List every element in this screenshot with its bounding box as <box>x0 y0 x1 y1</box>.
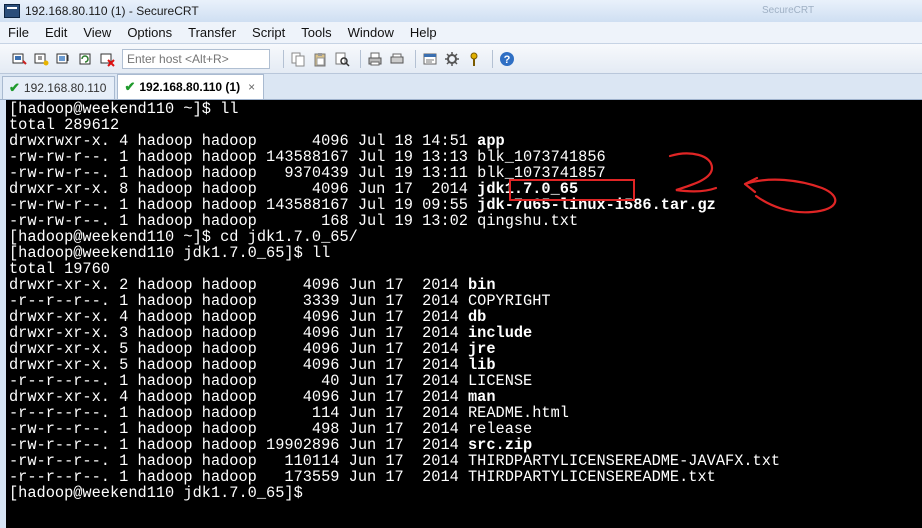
terminal-output[interactable]: [hadoop@weekend110 ~]$ ll total 289612 drw… <box>6 100 922 528</box>
copy-icon[interactable] <box>289 50 307 68</box>
menu-bar: File Edit View Options Transfer Script T… <box>0 22 922 44</box>
menu-tools[interactable]: Tools <box>293 25 339 40</box>
terminal-line: -rw-r--r--. 1 hadoop hadoop 110114 Jun 1… <box>9 453 922 469</box>
toolbar-separator <box>283 49 284 68</box>
terminal-line: -r--r--r--. 1 hadoop hadoop 40 Jun 17 20… <box>9 373 922 389</box>
terminal-text: [hadoop@weekend110 jdk1.7.0_65]$ <box>9 484 303 502</box>
keymap-icon[interactable] <box>465 50 483 68</box>
menu-help[interactable]: Help <box>402 25 445 40</box>
terminal-line: -rw-r--r--. 1 hadoop hadoop 498 Jun 17 2… <box>9 421 922 437</box>
quick-connect-icon[interactable] <box>32 50 50 68</box>
enter-host-input[interactable] <box>122 48 270 69</box>
terminal-line: [hadoop@weekend110 ~]$ ll <box>9 101 922 117</box>
tab-session-1[interactable]: ✔ 192.168.80.110 <box>2 76 116 99</box>
window-title: 192.168.80.110 (1) - SecureCRT <box>25 4 199 18</box>
annotation-highlight-box <box>509 179 635 201</box>
terminal-line: drwxr-xr-x. 5 hadoop hadoop 4096 Jun 17 … <box>9 341 922 357</box>
terminal-line: -r--r--r--. 1 hadoop hadoop 173559 Jun 1… <box>9 469 922 485</box>
paste-icon[interactable] <box>311 50 329 68</box>
session-options-icon[interactable] <box>421 50 439 68</box>
tab-session-2[interactable]: ✔ 192.168.80.110 (1) × <box>117 74 265 99</box>
terminal-line: -rw-rw-r--. 1 hadoop hadoop 9370439 Jul … <box>9 165 922 181</box>
menu-view[interactable]: View <box>75 25 119 40</box>
title-bar[interactable]: 192.168.80.110 (1) - SecureCRT SecureCRT <box>0 0 922 22</box>
toolbar-separator <box>415 49 416 68</box>
print-icon[interactable] <box>366 50 384 68</box>
tab-label: 192.168.80.110 <box>23 81 107 95</box>
tab-label: 192.168.80.110 (1) <box>139 80 241 94</box>
terminal-line: total 19760 <box>9 261 922 277</box>
securecrt-app-icon[interactable] <box>4 4 20 18</box>
terminal-line: [hadoop@weekend110 jdk1.7.0_65]$ ll <box>9 245 922 261</box>
terminal-line: -rw-rw-r--. 1 hadoop hadoop 143588167 Ju… <box>9 197 922 213</box>
toolbar: ? <box>0 44 922 74</box>
terminal-line: [hadoop@weekend110 ~]$ cd jdk1.7.0_65/ <box>9 229 922 245</box>
title-hint: SecureCRT <box>762 5 815 16</box>
terminal-line: -r--r--r--. 1 hadoop hadoop 3339 Jun 17 … <box>9 293 922 309</box>
terminal-line: -rw-rw-r--. 1 hadoop hadoop 168 Jul 19 1… <box>9 213 922 229</box>
toolbar-separator <box>360 49 361 68</box>
terminal-line: drwxrwxr-x. 4 hadoop hadoop 4096 Jul 18 … <box>9 133 922 149</box>
find-icon[interactable] <box>333 50 351 68</box>
menu-script[interactable]: Script <box>244 25 293 40</box>
connect-tab-icon[interactable] <box>54 50 72 68</box>
terminal-line: drwxr-xr-x. 4 hadoop hadoop 4096 Jun 17 … <box>9 309 922 325</box>
disconnect-icon[interactable] <box>98 50 116 68</box>
terminal-line: -r--r--r--. 1 hadoop hadoop 114 Jun 17 2… <box>9 405 922 421</box>
reconnect-icon[interactable] <box>76 50 94 68</box>
menu-edit[interactable]: Edit <box>37 25 75 40</box>
menu-file[interactable]: File <box>0 25 37 40</box>
terminal-line: drwxr-xr-x. 8 hadoop hadoop 4096 Jun 17 … <box>9 181 922 197</box>
print-setup-icon[interactable] <box>388 50 406 68</box>
connected-check-icon: ✔ <box>9 80 20 95</box>
session-tab-bar: ✔ 192.168.80.110 ✔ 192.168.80.110 (1) × <box>0 74 922 100</box>
connected-check-icon: ✔ <box>124 79 136 94</box>
terminal-line: drwxr-xr-x. 5 hadoop hadoop 4096 Jun 17 … <box>9 357 922 373</box>
connect-icon[interactable] <box>10 50 28 68</box>
terminal-line: total 289612 <box>9 117 922 133</box>
global-options-icon[interactable] <box>443 50 461 68</box>
menu-transfer[interactable]: Transfer <box>180 25 244 40</box>
terminal-line: drwxr-xr-x. 4 hadoop hadoop 4096 Jun 17 … <box>9 389 922 405</box>
terminal-line: -rw-rw-r--. 1 hadoop hadoop 143588167 Ju… <box>9 149 922 165</box>
terminal-line: drwxr-xr-x. 2 hadoop hadoop 4096 Jun 17 … <box>9 277 922 293</box>
help-icon[interactable]: ? <box>498 50 516 68</box>
terminal-line: [hadoop@weekend110 jdk1.7.0_65]$ <box>9 485 922 501</box>
tab-close-icon[interactable]: × <box>248 80 255 94</box>
svg-text:?: ? <box>504 54 511 66</box>
menu-window[interactable]: Window <box>340 25 402 40</box>
toolbar-separator <box>492 49 493 68</box>
terminal-line: -rw-r--r--. 1 hadoop hadoop 19902896 Jun… <box>9 437 922 453</box>
menu-options[interactable]: Options <box>119 25 180 40</box>
terminal-line: drwxr-xr-x. 3 hadoop hadoop 4096 Jun 17 … <box>9 325 922 341</box>
